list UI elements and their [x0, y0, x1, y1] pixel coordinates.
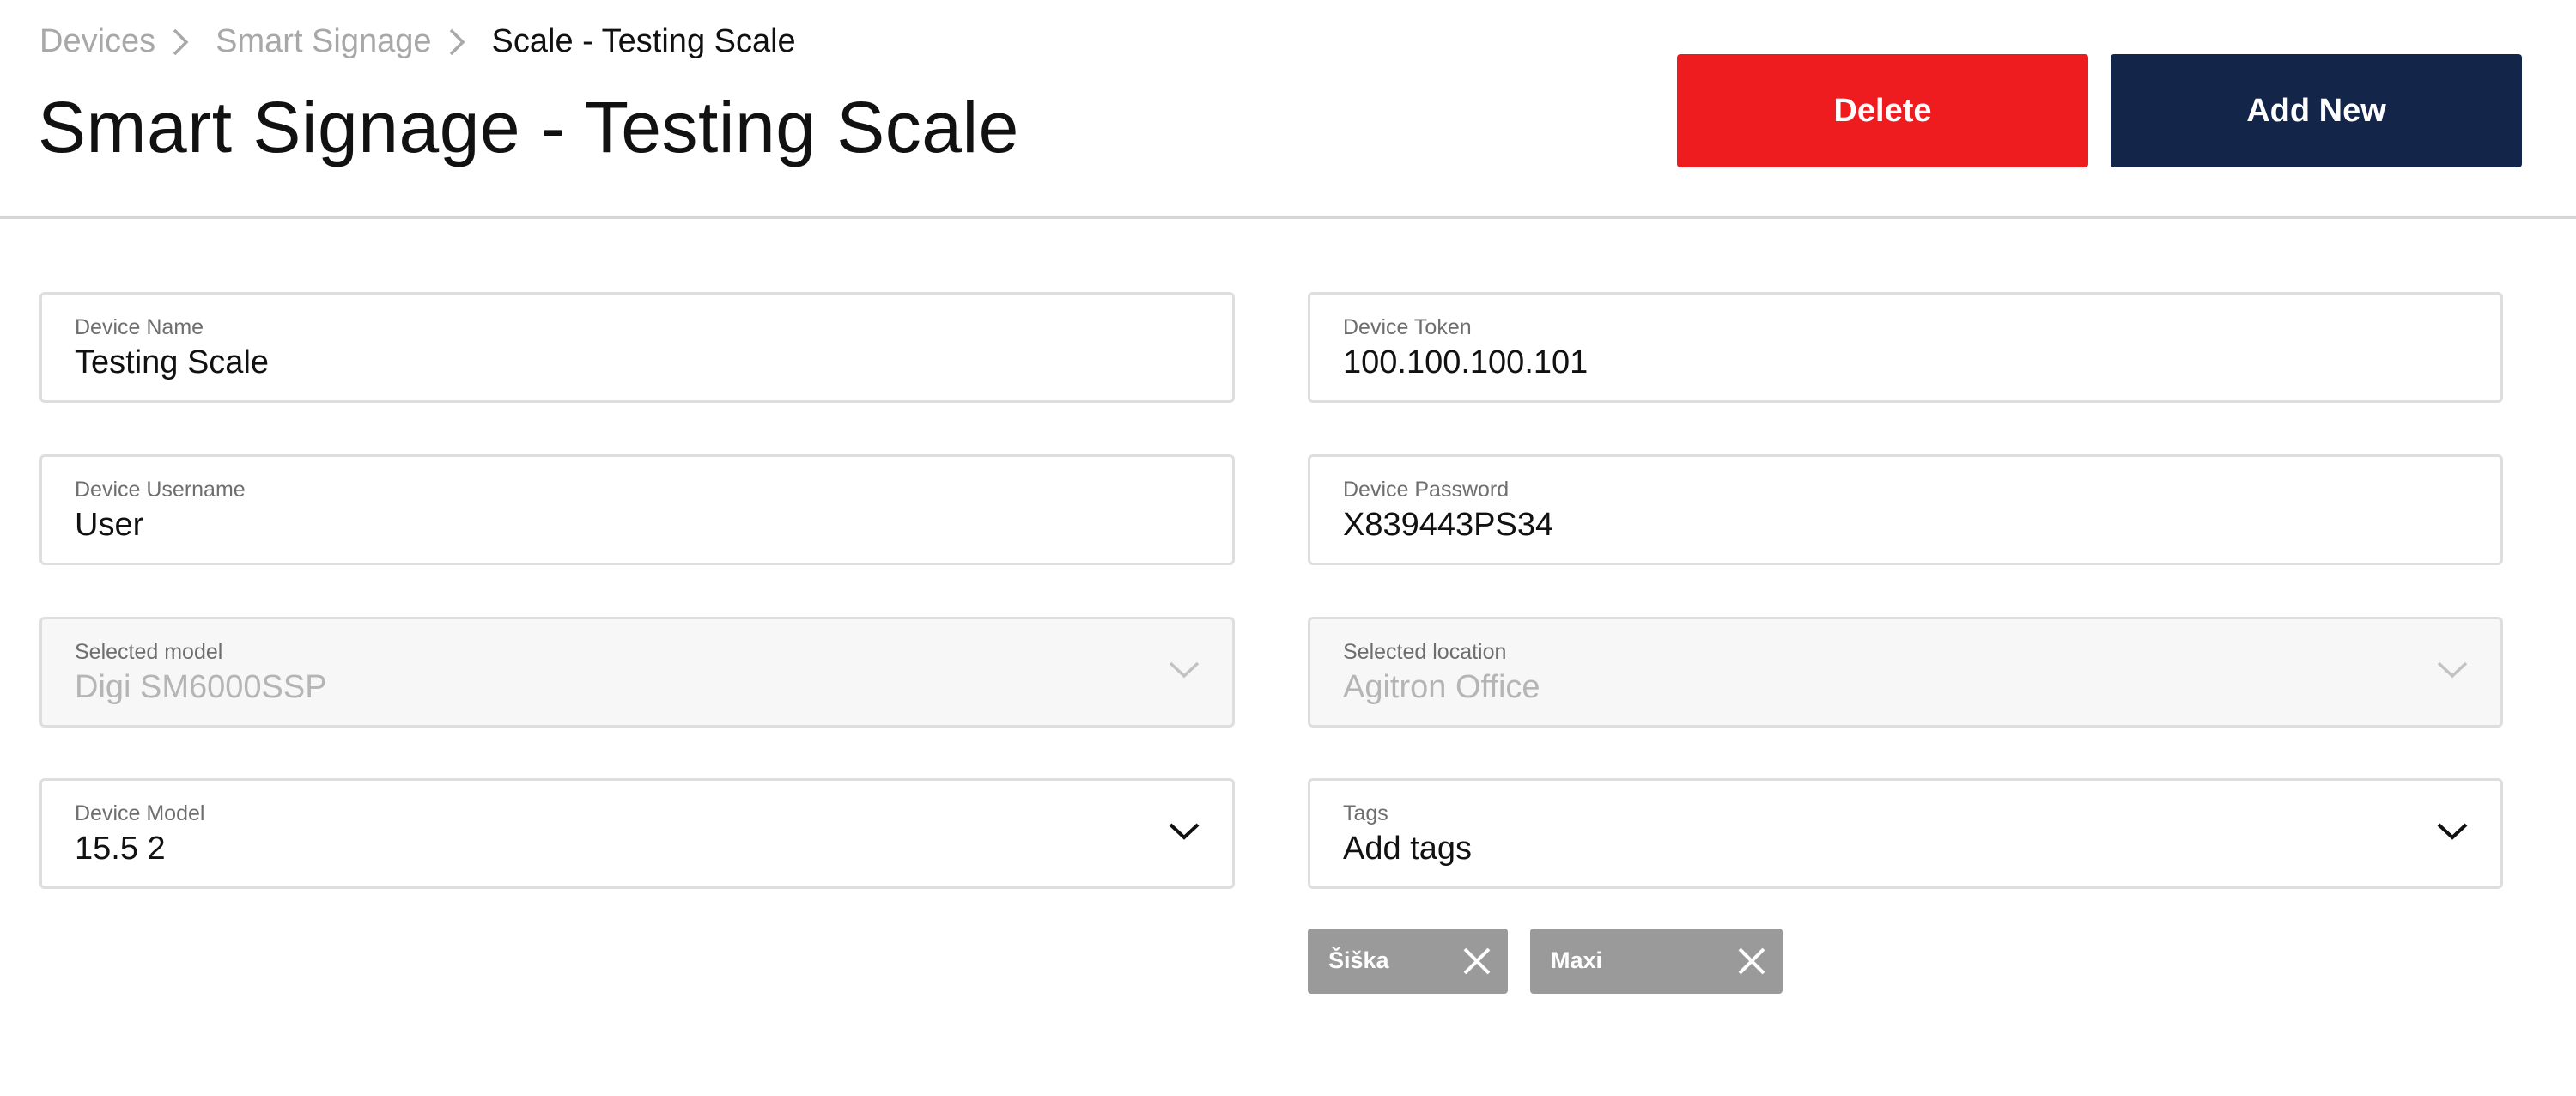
- breadcrumb-smart-signage[interactable]: Smart Signage: [216, 23, 431, 60]
- device-password-input[interactable]: X839443PS34: [1343, 507, 1553, 544]
- device-username-label: Device Username: [75, 478, 246, 502]
- device-token-field[interactable]: Device Token 100.100.100.101: [1308, 292, 2503, 403]
- device-name-input[interactable]: Testing Scale: [75, 344, 269, 381]
- tag-label: Maxi: [1551, 947, 1603, 973]
- chevron-right-icon: [155, 24, 216, 58]
- device-model-select[interactable]: Device Model 15.5 2: [39, 778, 1235, 889]
- chevron-right-icon: [432, 24, 492, 58]
- selected-location-select: Selected location Agitron Office: [1308, 617, 2503, 728]
- breadcrumb-current: Scale - Testing Scale: [491, 22, 796, 59]
- device-username-field[interactable]: Device Username User: [39, 454, 1235, 565]
- selected-model-value: Digi SM6000SSP: [75, 669, 327, 705]
- tags-placeholder: Add tags: [1343, 831, 1472, 867]
- page-title: Smart Signage - Testing Scale: [38, 87, 1019, 167]
- breadcrumb: Devices Smart Signage Scale - Testing Sc…: [39, 19, 796, 64]
- device-username-input[interactable]: User: [75, 507, 143, 544]
- tags-label: Tags: [1343, 801, 1388, 825]
- device-token-input[interactable]: 100.100.100.101: [1343, 344, 1588, 381]
- device-password-field[interactable]: Device Password X839443PS34: [1308, 454, 2503, 565]
- chevron-down-icon[interactable]: [1167, 820, 1201, 847]
- tag-label: Šiška: [1328, 947, 1389, 973]
- device-token-label: Device Token: [1343, 315, 1472, 339]
- selected-location-label: Selected location: [1343, 640, 1507, 664]
- page-header: Devices Smart Signage Scale - Testing Sc…: [0, 0, 2576, 219]
- chevron-down-icon[interactable]: [2435, 820, 2470, 847]
- close-icon[interactable]: [1736, 946, 1767, 977]
- tags-select[interactable]: Tags Add tags: [1308, 778, 2503, 889]
- selected-model-select: Selected model Digi SM6000SSP: [39, 617, 1235, 728]
- breadcrumb-devices[interactable]: Devices: [39, 23, 155, 60]
- device-password-label: Device Password: [1343, 478, 1510, 502]
- selected-model-label: Selected model: [75, 640, 223, 664]
- device-model-label: Device Model: [75, 801, 205, 825]
- chevron-down-icon: [2435, 659, 2470, 685]
- add-new-button[interactable]: Add New: [2111, 54, 2522, 167]
- chevron-down-icon: [1167, 659, 1201, 685]
- device-name-field[interactable]: Device Name Testing Scale: [39, 292, 1235, 403]
- selected-location-value: Agitron Office: [1343, 669, 1540, 705]
- delete-button[interactable]: Delete: [1677, 54, 2088, 167]
- tag-chip: Maxi: [1530, 929, 1783, 994]
- tag-chip: Šiška: [1308, 929, 1508, 994]
- device-name-label: Device Name: [75, 315, 204, 339]
- close-icon[interactable]: [1461, 946, 1492, 977]
- device-model-value: 15.5 2: [75, 831, 166, 867]
